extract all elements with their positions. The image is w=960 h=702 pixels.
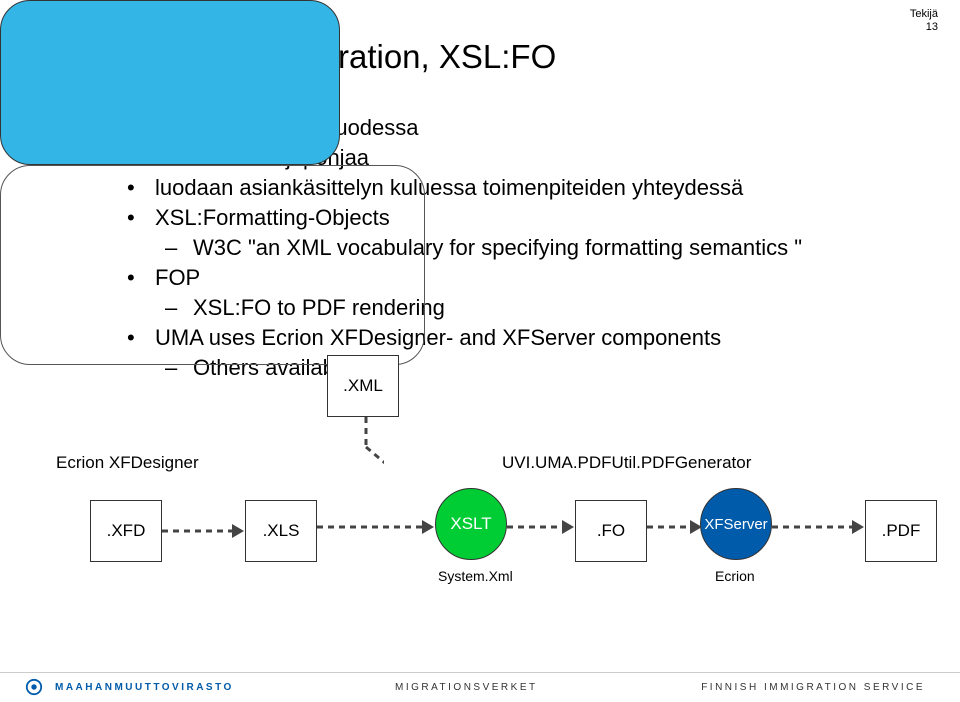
xfd-box: .XFD	[90, 500, 162, 562]
arrow-fo-xfserver	[647, 510, 705, 544]
xls-box: .XLS	[245, 500, 317, 562]
arrow-xfd-xls	[162, 514, 247, 548]
flow-diagram: .XML Ecrion XFDesigner UVI.UMA.PDFUtil.P…	[0, 0, 960, 702]
footer-left: MAAHANMUUTTOVIRASTO	[55, 682, 234, 693]
systemxml-label: System.Xml	[438, 568, 513, 584]
xslt-circle: XSLT	[435, 488, 507, 560]
generator-container	[0, 165, 425, 365]
logo-icon	[25, 678, 43, 696]
arrow-xml-to-xslt	[354, 417, 384, 492]
designer-label: Ecrion XFDesigner	[56, 453, 199, 473]
xml-box: .XML	[327, 355, 399, 417]
arrow-xfserver-pdf	[772, 510, 867, 544]
xfserver-circle: XFServer	[700, 488, 772, 560]
pdf-box: .PDF	[865, 500, 937, 562]
arrow-xslt-fo	[507, 510, 577, 544]
designer-container	[0, 0, 340, 165]
arrow-xls-xslt	[317, 510, 437, 544]
generator-label: UVI.UMA.PDFUtil.PDFGenerator	[502, 453, 751, 473]
ecrion-label: Ecrion	[715, 568, 755, 584]
footer-mid: MIGRATIONSVERKET	[395, 682, 538, 693]
footer: MAAHANMUUTTOVIRASTO MIGRATIONSVERKET FIN…	[0, 672, 960, 702]
fo-box: .FO	[575, 500, 647, 562]
footer-right: FINNISH IMMIGRATION SERVICE	[701, 682, 925, 693]
